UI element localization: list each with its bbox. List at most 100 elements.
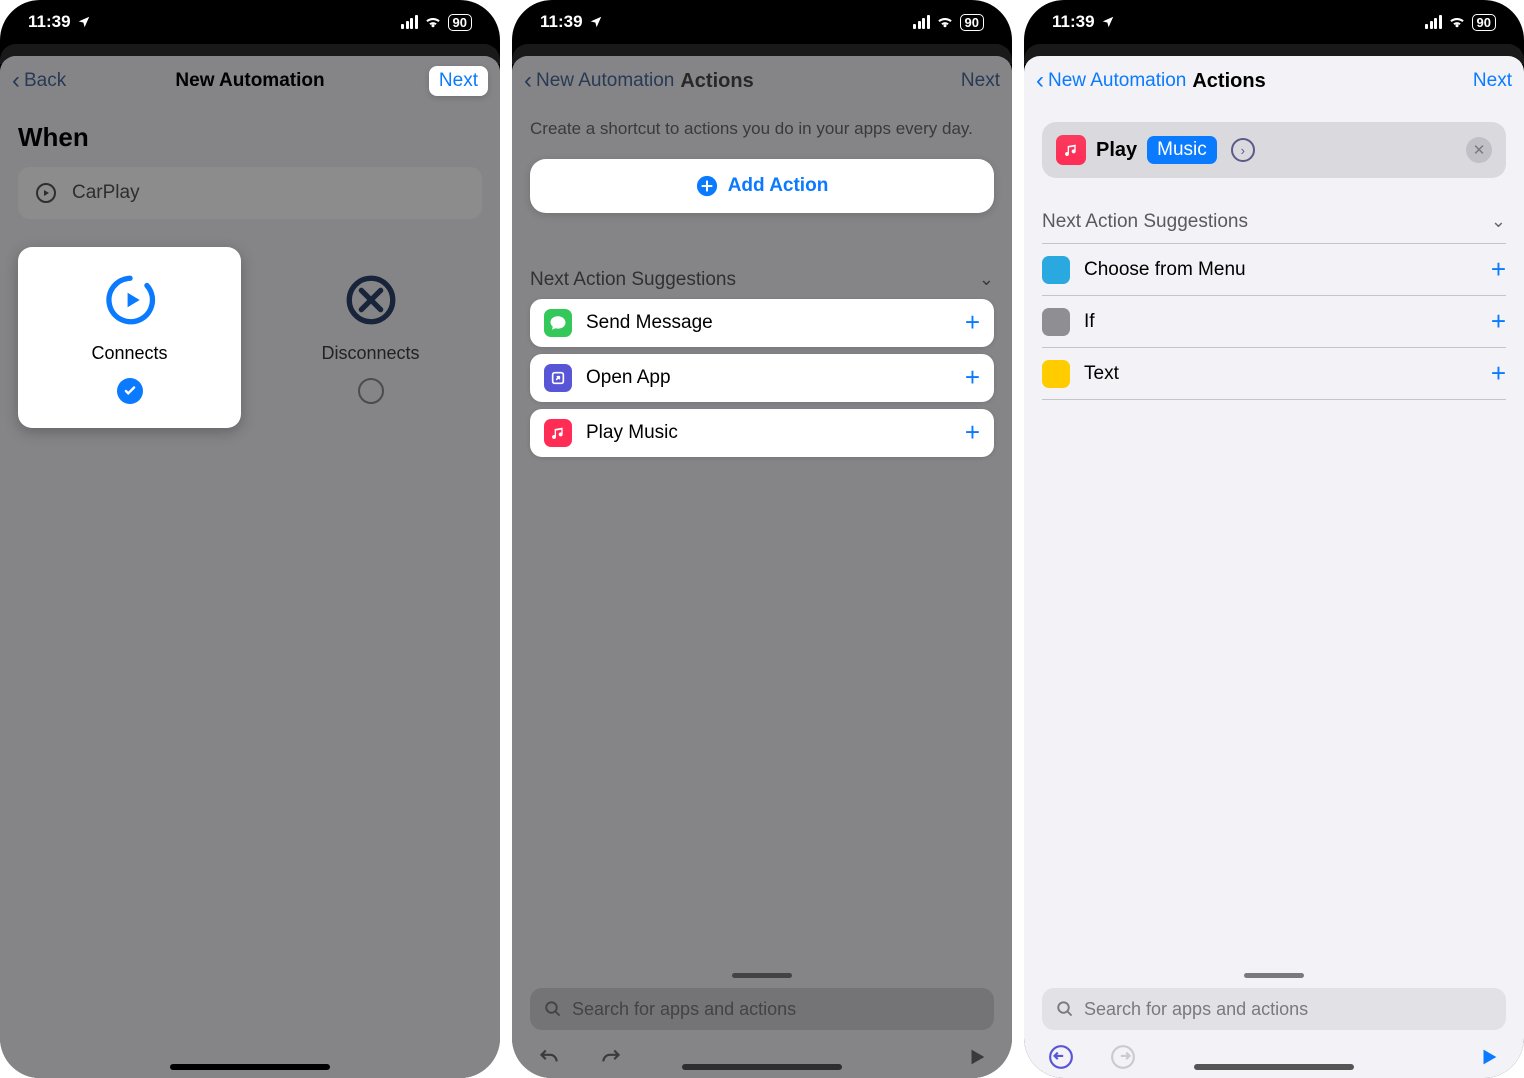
suggestion-label: Play Music xyxy=(586,422,678,444)
grabber-handle[interactable] xyxy=(1244,973,1304,978)
add-action-button[interactable]: Add Action xyxy=(530,159,994,213)
suggestion-app-icon xyxy=(1042,360,1070,388)
suggestion-app-icon xyxy=(544,419,572,447)
suggestion-app-icon xyxy=(1042,256,1070,284)
status-time: 11:39 xyxy=(1052,12,1095,32)
search-placeholder: Search for apps and actions xyxy=(1084,999,1308,1020)
back-button[interactable]: ‹ Back xyxy=(12,67,66,95)
navbar: ‹ New Automation Actions Next xyxy=(1024,56,1524,106)
suggestions-header-row[interactable]: Next Action Suggestions ⌄ xyxy=(530,269,994,291)
phone-panel-1: 11:39 90 ‹ Back New Automation xyxy=(0,0,500,1078)
search-icon xyxy=(1056,1000,1074,1018)
navbar: ‹ New Automation Actions Next xyxy=(512,56,1012,106)
undo-button[interactable] xyxy=(536,1044,562,1070)
home-indicator xyxy=(170,1064,330,1070)
cellular-signal-icon xyxy=(913,15,930,29)
home-indicator xyxy=(1194,1064,1354,1070)
suggestion-row[interactable]: Text + xyxy=(1042,348,1506,400)
option-connects[interactable]: Connects xyxy=(18,247,241,428)
add-action-label: Add Action xyxy=(728,175,829,197)
location-arrow-icon xyxy=(589,15,603,29)
nav-title: Actions xyxy=(1192,70,1265,93)
location-arrow-icon xyxy=(1101,15,1115,29)
suggestion-row[interactable]: Play Music + xyxy=(530,409,994,457)
suggestion-app-icon xyxy=(1042,308,1070,336)
expand-parameters-icon[interactable]: › xyxy=(1231,138,1255,162)
trigger-carplay-card[interactable]: CarPlay xyxy=(18,167,482,219)
when-heading: When xyxy=(18,122,482,153)
suggestion-app-icon xyxy=(544,309,572,337)
cellular-signal-icon xyxy=(401,15,418,29)
navbar: ‹ Back New Automation Next xyxy=(0,56,500,106)
undo-button[interactable] xyxy=(1048,1044,1074,1070)
suggestions-heading: Next Action Suggestions xyxy=(530,269,736,291)
remove-action-icon[interactable]: ✕ xyxy=(1466,137,1492,163)
back-button[interactable]: ‹ New Automation xyxy=(1036,67,1186,95)
radio-unselected-icon xyxy=(358,378,384,404)
suggestion-label: Send Message xyxy=(586,312,713,334)
status-time: 11:39 xyxy=(28,12,71,32)
option-connects-label: Connects xyxy=(91,343,167,364)
suggestion-row[interactable]: Open App + xyxy=(530,354,994,402)
add-suggestion-icon[interactable]: + xyxy=(965,362,980,393)
chevron-down-icon: ⌄ xyxy=(979,269,994,290)
search-icon xyxy=(544,1000,562,1018)
plus-circle-icon xyxy=(696,175,718,197)
status-time: 11:39 xyxy=(540,12,583,32)
suggestion-label: Open App xyxy=(586,367,671,389)
suggestions-heading: Next Action Suggestions xyxy=(1042,211,1248,233)
grabber-handle[interactable] xyxy=(732,973,792,978)
run-button[interactable] xyxy=(966,1046,988,1068)
next-button[interactable]: Next xyxy=(1473,70,1512,92)
suggestion-label: Text xyxy=(1084,363,1119,385)
carplay-connect-icon xyxy=(101,271,159,329)
back-button[interactable]: ‹ New Automation xyxy=(524,67,674,95)
nav-title: Actions xyxy=(680,70,753,93)
next-button[interactable]: Next xyxy=(961,70,1000,92)
wifi-icon xyxy=(424,15,442,29)
phone-panel-3: 11:39 90 ‹ New Automation Actions Next xyxy=(1024,0,1524,1078)
run-button[interactable] xyxy=(1478,1046,1500,1068)
option-disconnects-label: Disconnects xyxy=(321,343,419,364)
add-suggestion-icon[interactable]: + xyxy=(965,417,980,448)
suggestion-label: Choose from Menu xyxy=(1084,259,1246,281)
cellular-signal-icon xyxy=(1425,15,1442,29)
carplay-disconnect-icon xyxy=(342,271,400,329)
suggestions-header-row[interactable]: Next Action Suggestions ⌄ xyxy=(1042,200,1506,244)
nav-title: New Automation xyxy=(0,70,500,92)
description-text: Create a shortcut to actions you do in y… xyxy=(530,118,994,141)
chevron-left-icon: ‹ xyxy=(12,67,20,95)
music-app-icon xyxy=(1056,135,1086,165)
suggestion-row[interactable]: Choose from Menu + xyxy=(1042,244,1506,296)
add-suggestion-icon[interactable]: + xyxy=(1491,306,1506,337)
search-input[interactable]: Search for apps and actions xyxy=(530,988,994,1030)
action-play-music-card[interactable]: Play Music › ✕ xyxy=(1042,122,1506,178)
home-indicator xyxy=(682,1064,842,1070)
suggestion-label: If xyxy=(1084,311,1095,333)
suggestion-app-icon xyxy=(544,364,572,392)
option-disconnects[interactable]: Disconnects xyxy=(259,247,482,428)
status-bar: 11:39 90 xyxy=(0,0,500,44)
wifi-icon xyxy=(1448,15,1466,29)
status-bar: 11:39 90 xyxy=(512,0,1012,44)
redo-button[interactable] xyxy=(1110,1044,1136,1070)
add-suggestion-icon[interactable]: + xyxy=(965,307,980,338)
suggestion-row[interactable]: If + xyxy=(1042,296,1506,348)
battery-indicator: 90 xyxy=(960,14,984,31)
search-input[interactable]: Search for apps and actions xyxy=(1042,988,1506,1030)
chevron-left-icon: ‹ xyxy=(524,67,532,95)
add-suggestion-icon[interactable]: + xyxy=(1491,254,1506,285)
action-parameter-token[interactable]: Music xyxy=(1147,136,1217,164)
suggestion-row[interactable]: Send Message + xyxy=(530,299,994,347)
redo-button[interactable] xyxy=(598,1044,624,1070)
wifi-icon xyxy=(936,15,954,29)
status-bar: 11:39 90 xyxy=(1024,0,1524,44)
add-suggestion-icon[interactable]: + xyxy=(1491,358,1506,389)
carplay-icon xyxy=(34,181,58,205)
next-button[interactable]: Next xyxy=(429,66,488,96)
battery-indicator: 90 xyxy=(448,14,472,31)
action-verb: Play xyxy=(1096,139,1137,162)
radio-selected-icon xyxy=(117,378,143,404)
location-arrow-icon xyxy=(77,15,91,29)
trigger-label: CarPlay xyxy=(72,182,140,204)
